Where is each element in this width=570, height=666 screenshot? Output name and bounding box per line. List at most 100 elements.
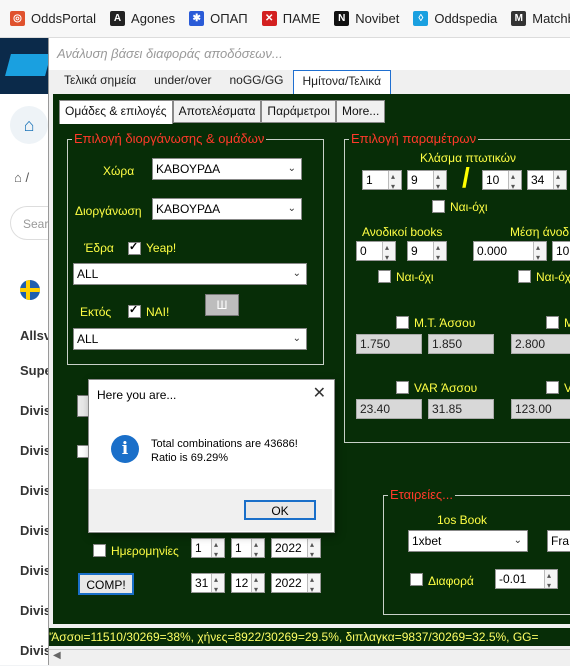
ratio-spinner-2[interactable]: 9 — [407, 168, 447, 196]
rising-yes-no-checkbox[interactable] — [378, 270, 391, 283]
analysis-window: Ανάλυση βάσει διαφοράς αποδόσεων... Τελι… — [48, 38, 570, 666]
tab-results[interactable]: Αποτελέσματα — [172, 100, 262, 123]
spin-arrows-icon[interactable] — [533, 239, 546, 267]
first-book-select[interactable]: 1xbet ⌄ — [408, 530, 528, 552]
tab-under-over[interactable]: under/over — [145, 70, 220, 93]
date-from-month[interactable]: 1 — [231, 536, 265, 564]
away-checkbox[interactable] — [128, 303, 141, 318]
tab-more[interactable]: More... — [335, 100, 386, 123]
league-label: Διοργάνωση — [75, 204, 142, 218]
mt-ace-checkbox[interactable] — [396, 316, 409, 329]
league-link[interactable]: Divis — [20, 643, 51, 658]
spin-arrows-icon[interactable] — [544, 567, 557, 595]
bookmark-matchbook[interactable]: MMatchbook — [511, 11, 570, 26]
avg-rise-yes-no-checkbox[interactable] — [518, 270, 531, 283]
site-search-input[interactable]: Sear — [10, 206, 48, 240]
dates-checkbox[interactable] — [93, 544, 106, 557]
dialog-title: Here you are... — [97, 388, 177, 402]
spin-arrows-icon[interactable] — [307, 571, 320, 599]
home-checkbox[interactable] — [128, 240, 141, 255]
mt-ace-label: Μ.Τ. Άσσου — [414, 316, 476, 330]
spin-arrows-icon[interactable] — [251, 571, 264, 599]
league-link[interactable]: Divis — [20, 603, 51, 618]
diff-spinner[interactable]: -0.01 — [495, 567, 558, 595]
rising-books-max-spinner[interactable]: 9 — [407, 239, 447, 267]
scroll-left-icon[interactable]: ◀ — [53, 650, 61, 661]
info-icon: i — [111, 435, 139, 463]
league-link[interactable]: Divis — [20, 563, 51, 578]
date-from-year[interactable]: 2022 — [271, 536, 321, 564]
bookmark-agones[interactable]: A Agones — [110, 11, 175, 26]
competition-teams-group: Επιλογή διοργάνωσης & ομάδων Χώρα ΚΑΒΟΥΡ… — [67, 131, 324, 365]
league-link[interactable]: Divis — [20, 443, 51, 458]
comp-button[interactable]: COMP! — [78, 573, 134, 595]
site-logo[interactable] — [5, 54, 51, 76]
spin-arrows-icon[interactable] — [433, 168, 446, 196]
second-book-select[interactable]: Fra — [547, 530, 570, 552]
tab-teams-options[interactable]: Ομάδες & επιλογές — [59, 100, 173, 124]
tab-nogg-gg[interactable]: noGG/GG — [220, 70, 292, 93]
ratio-yes-no-checkbox[interactable] — [432, 200, 445, 213]
ok-button[interactable]: OK — [244, 500, 316, 520]
spin-arrows-icon[interactable] — [508, 168, 521, 196]
date-from-day[interactable]: 1 — [191, 536, 225, 564]
league-link[interactable]: Divis — [20, 483, 51, 498]
ratio-spinner-1[interactable]: 1 — [362, 168, 402, 196]
home-icon[interactable]: ⌂ — [10, 106, 48, 144]
breadcrumb[interactable]: ⌂ / — [14, 170, 29, 185]
spin-arrows-icon[interactable] — [211, 571, 224, 599]
v-partial-field[interactable]: 123.00 — [511, 399, 570, 419]
bookmark-opap[interactable]: ✱ ΟΠΑΠ — [189, 11, 248, 26]
first-book-label: 1os Book — [437, 513, 488, 527]
var-ace-min-field[interactable]: 23.40 — [356, 399, 422, 419]
league-link[interactable]: Allsv — [20, 328, 51, 343]
avg-rise-yes-no-label: Ναι-όχ — [536, 270, 570, 284]
diff-checkbox[interactable] — [410, 573, 423, 586]
away-team-select[interactable]: ALL ⌄ — [73, 328, 307, 350]
league-link[interactable]: Divis — [20, 523, 51, 538]
spin-arrows-icon[interactable] — [388, 168, 401, 196]
home-checkbox-label: Yeap! — [146, 241, 177, 255]
avg-rise-min-spinner[interactable]: 0.000 — [473, 239, 547, 267]
spin-arrows-icon[interactable] — [211, 536, 224, 564]
ratio-spinner-4[interactable]: 34 — [527, 168, 567, 196]
pame-icon: ✕ — [261, 11, 277, 26]
date-to-day[interactable]: 31 — [191, 571, 225, 599]
var-ace-checkbox[interactable] — [396, 381, 409, 394]
bookmark-oddspedia[interactable]: ◊ Oddspedia — [413, 11, 497, 26]
mt-ace-max-field[interactable]: 1.850 — [428, 334, 494, 354]
date-to-year[interactable]: 2022 — [271, 571, 321, 599]
rising-books-min-spinner[interactable]: 0 — [356, 239, 396, 267]
bookmark-pame[interactable]: ✕ ΠΑΜΕ — [261, 11, 320, 26]
league-select[interactable]: ΚΑΒΟΥΡΔΑ ⌄ — [152, 198, 302, 220]
bookmarks-bar: ◎ OddsPortal A Agones ✱ ΟΠΑΠ ✕ ΠΑΜΕ N Novibet… — [0, 0, 570, 38]
country-label: Χώρα — [103, 164, 135, 178]
spin-arrows-icon[interactable] — [251, 536, 264, 564]
spin-arrows-icon[interactable] — [553, 168, 566, 196]
sweden-flag-icon — [20, 280, 40, 300]
tab-parameters[interactable]: Παράμετροι — [261, 100, 336, 123]
m-partial-field[interactable]: 2.800 — [511, 334, 570, 354]
spin-arrows-icon[interactable] — [382, 239, 395, 267]
close-icon[interactable]: ✕ — [313, 383, 326, 403]
spin-arrows-icon[interactable] — [307, 536, 320, 564]
agones-icon: A — [110, 11, 126, 26]
date-to-month[interactable]: 12 — [231, 571, 265, 599]
bookmark-novibet[interactable]: N Novibet — [334, 11, 399, 26]
country-select[interactable]: ΚΑΒΟΥΡΔΑ ⌄ — [152, 158, 302, 180]
spin-arrows-icon[interactable] — [433, 239, 446, 267]
avg-rise-max-spinner[interactable]: 10 — [552, 241, 570, 261]
league-link[interactable]: Divis — [20, 403, 51, 418]
home-team-select[interactable]: ALL ⌄ — [73, 263, 307, 285]
bookmark-oddsportal[interactable]: ◎ OddsPortal — [10, 11, 96, 26]
m-partial-checkbox[interactable] — [546, 316, 559, 329]
v-partial-checkbox[interactable] — [546, 381, 559, 394]
dates-label: Ημερομηνίες — [111, 544, 179, 558]
tab-final-points[interactable]: Τελικά σημεία — [55, 70, 145, 93]
swap-teams-button[interactable]: Ш — [205, 294, 239, 316]
horizontal-scrollbar[interactable]: ◀ — [49, 649, 570, 666]
ratio-spinner-3[interactable]: 10 — [482, 168, 522, 196]
tab-halftime-final[interactable]: Ημίτονα/Τελικά — [292, 70, 392, 95]
mt-ace-min-field[interactable]: 1.750 — [356, 334, 422, 354]
var-ace-max-field[interactable]: 31.85 — [428, 399, 494, 419]
